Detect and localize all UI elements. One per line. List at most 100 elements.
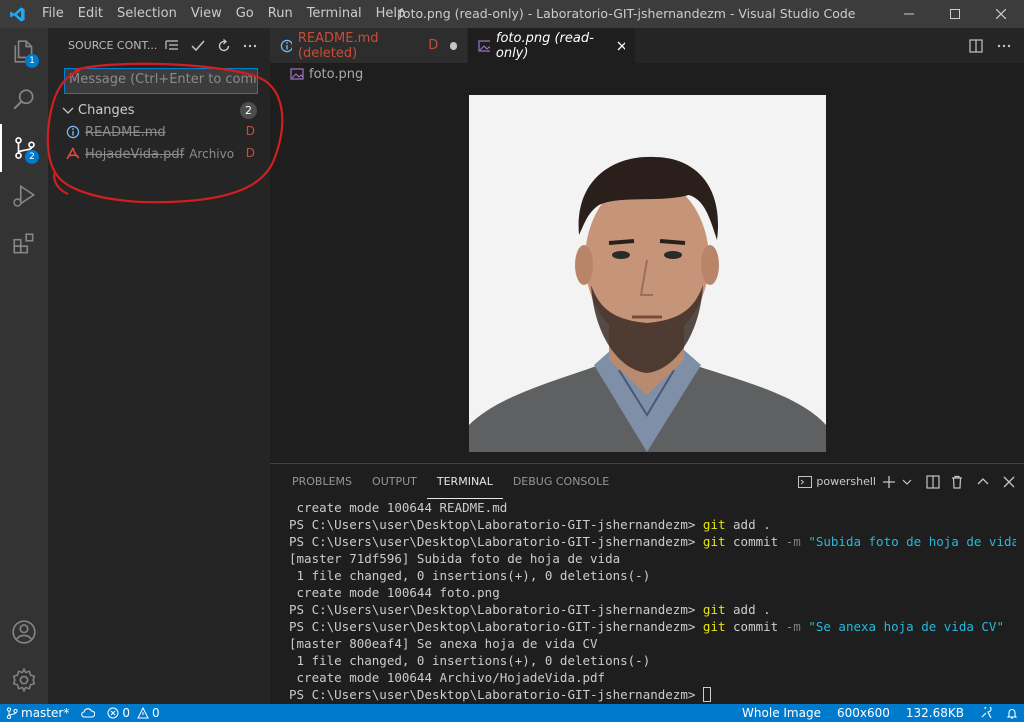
terminal-select[interactable]: powershell	[798, 475, 876, 489]
image-dimensions: 600x600	[836, 706, 890, 720]
unsaved-dot-icon	[450, 41, 457, 50]
info-icon	[280, 39, 292, 52]
extensions-activity[interactable]	[0, 220, 48, 268]
title-bar: File Edit Selection View Go Run Terminal…	[0, 0, 1024, 28]
account-icon	[12, 620, 36, 644]
editor-more-actions-button[interactable]	[992, 35, 1016, 57]
menu-bar: File Edit Selection View Go Run Terminal…	[35, 0, 412, 28]
menu-terminal[interactable]: Terminal	[300, 0, 369, 28]
tab-label: foto.png (read-only)	[495, 30, 594, 61]
refresh-button[interactable]	[212, 35, 236, 57]
change-item-hojadevida[interactable]: HojadeVida.pdf Archivo D	[48, 143, 270, 165]
tab-readme-deleted[interactable]: README.md (deleted) D	[270, 28, 468, 63]
search-icon	[13, 89, 34, 110]
bottom-panel: PROBLEMS OUTPUT TERMINAL DEBUG CONSOLE p…	[270, 463, 1024, 704]
warning-icon	[137, 707, 149, 719]
menu-selection[interactable]: Selection	[110, 0, 184, 28]
notifications-button[interactable]	[1000, 704, 1024, 722]
change-item-readme[interactable]: README.md D	[48, 121, 270, 143]
terminal-cursor	[702, 687, 711, 702]
sidebar-title: SOURCE CONT...	[68, 39, 158, 52]
terminal-line: PS C:\Users\user\Desktop\Laboratorio-GIT…	[289, 686, 1016, 703]
chevron-up-icon[interactable]	[976, 475, 990, 489]
terminal-output[interactable]: create mode 100644 README.md PS C:\Users\…	[289, 499, 1016, 704]
info-icon	[66, 125, 80, 139]
plus-icon[interactable]	[882, 475, 896, 489]
pdf-icon	[66, 147, 80, 160]
sync-status[interactable]	[75, 704, 101, 722]
terminal-line: [master 71df596] Subida foto de hoja de …	[289, 551, 621, 566]
problems-status[interactable]: 0 0	[101, 704, 165, 722]
maximize-button[interactable]	[932, 0, 978, 28]
tab-output[interactable]: OUTPUT	[362, 464, 427, 499]
menu-run[interactable]: Run	[261, 0, 300, 28]
close-icon[interactable]	[1002, 475, 1016, 489]
maximize-icon	[950, 9, 960, 19]
minimize-button[interactable]	[886, 0, 932, 28]
activity-bar: 1 2	[0, 28, 48, 704]
commit-message-input[interactable]: Message (Ctrl+Enter to commi...	[64, 68, 258, 94]
chevron-down-icon[interactable]	[902, 477, 912, 487]
menu-help[interactable]: Help	[369, 0, 413, 28]
tab-problems[interactable]: PROBLEMS	[282, 464, 362, 499]
search-activity[interactable]	[0, 76, 48, 124]
terminal-line: create mode 100644 Archivo/HojadeVida.pd…	[289, 670, 606, 685]
tab-status: D	[428, 38, 439, 53]
split-editor-icon	[969, 38, 983, 53]
changes-group[interactable]: Changes 2	[48, 99, 270, 121]
breadcrumb[interactable]: foto.png	[270, 63, 1024, 85]
vscode-logo-icon	[0, 0, 35, 28]
split-editor-button[interactable]	[964, 35, 988, 57]
source-control-activity[interactable]: 2	[0, 124, 48, 172]
close-icon[interactable]	[617, 41, 625, 51]
branch-status[interactable]: master*	[0, 704, 75, 722]
manage-activity[interactable]	[0, 656, 48, 704]
profile-photo-image	[469, 95, 826, 452]
close-window-button[interactable]	[978, 0, 1024, 28]
ellipsis-icon	[243, 44, 257, 47]
explorer-activity[interactable]: 1	[0, 28, 48, 76]
feedback-button[interactable]	[974, 704, 1000, 722]
cloud-sync-icon	[81, 708, 96, 718]
terminal-line: PS C:\Users\user\Desktop\Laboratorio-GIT…	[289, 602, 771, 617]
change-file-name: README.md	[85, 124, 166, 140]
warning-count: 0	[151, 706, 160, 720]
terminal-line: create mode 100644 README.md	[289, 500, 508, 515]
refresh-icon	[218, 38, 230, 51]
split-terminal-icon[interactable]	[926, 474, 940, 489]
source-control-sidebar: SOURCE CONT... Message (Ctrl+Enter to co…	[48, 28, 270, 704]
accounts-activity[interactable]	[0, 608, 48, 656]
list-tree-icon	[165, 39, 178, 50]
error-icon	[107, 707, 119, 719]
terminal-line: PS C:\Users\user\Desktop\Laboratorio-GIT…	[289, 619, 1004, 634]
terminal-select-label: powershell	[816, 475, 876, 488]
branch-name: master*	[21, 706, 70, 720]
minimize-icon	[904, 13, 914, 15]
tab-debug-console[interactable]: DEBUG CONSOLE	[503, 464, 619, 499]
scm-badge: 2	[25, 150, 39, 164]
terminal-line: 1 file changed, 0 insertions(+), 0 delet…	[289, 653, 651, 668]
tab-terminal[interactable]: TERMINAL	[426, 464, 503, 499]
changes-label: Changes	[78, 102, 135, 118]
menu-edit[interactable]: Edit	[71, 0, 110, 28]
ellipsis-icon	[997, 44, 1011, 47]
commit-button[interactable]	[186, 35, 210, 57]
run-debug-activity[interactable]	[0, 172, 48, 220]
git-branch-icon	[6, 707, 18, 719]
editor-tabs: README.md (deleted) D foto.png (read-onl…	[270, 28, 1024, 63]
image-file-icon	[290, 68, 304, 80]
view-as-tree-button[interactable]	[160, 35, 184, 57]
menu-view[interactable]: View	[184, 0, 229, 28]
feedback-icon	[981, 707, 992, 719]
terminal-line: create mode 100644 foto.png	[289, 585, 500, 600]
menu-file[interactable]: File	[35, 0, 71, 28]
more-actions-button[interactable]	[238, 35, 262, 57]
tab-label: README.md (deleted)	[297, 30, 379, 61]
image-view-mode[interactable]: Whole Image	[736, 704, 827, 722]
terminal-line: [master 800eaf4] Se anexa hoja de vida C…	[289, 636, 598, 651]
menu-go[interactable]: Go	[229, 0, 261, 28]
tab-foto-png[interactable]: foto.png (read-only)	[468, 28, 636, 63]
trash-icon[interactable]	[950, 475, 964, 489]
image-preview-editor	[270, 85, 1024, 463]
error-count: 0	[122, 706, 130, 720]
